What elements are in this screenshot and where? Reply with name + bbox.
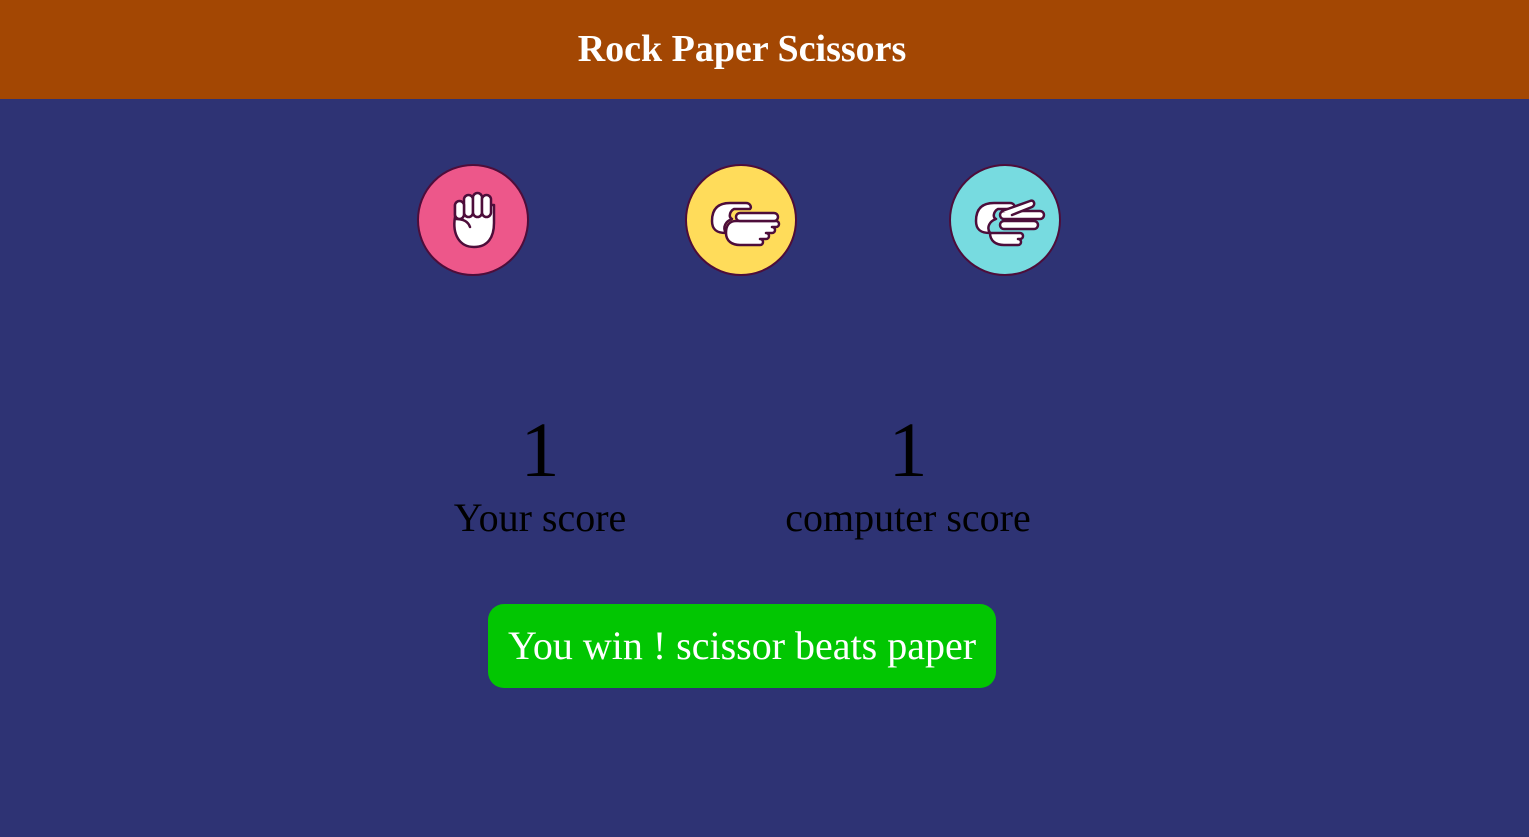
flat-hand-icon — [710, 201, 781, 247]
user-score-label: Your score — [453, 495, 627, 540]
fist-icon — [453, 191, 496, 249]
header-bar: Rock Paper Scissors — [0, 0, 1529, 99]
user-score-value: 1 — [520, 406, 560, 493]
scissors-choice-button[interactable] — [949, 164, 1061, 276]
page-title: Rock Paper Scissors — [577, 28, 907, 70]
computer-score-label: computer score — [785, 495, 1031, 540]
rock-choice-button[interactable] — [417, 164, 529, 276]
result-message: You win ! scissor beats paper — [488, 604, 996, 688]
two-finger-hand-icon — [974, 199, 1046, 247]
user-score-block: 1 Your score — [440, 408, 640, 542]
computer-score-value: 1 — [888, 406, 928, 493]
computer-score-block: 1 computer score — [770, 408, 1046, 542]
paper-choice-button[interactable] — [685, 164, 797, 276]
